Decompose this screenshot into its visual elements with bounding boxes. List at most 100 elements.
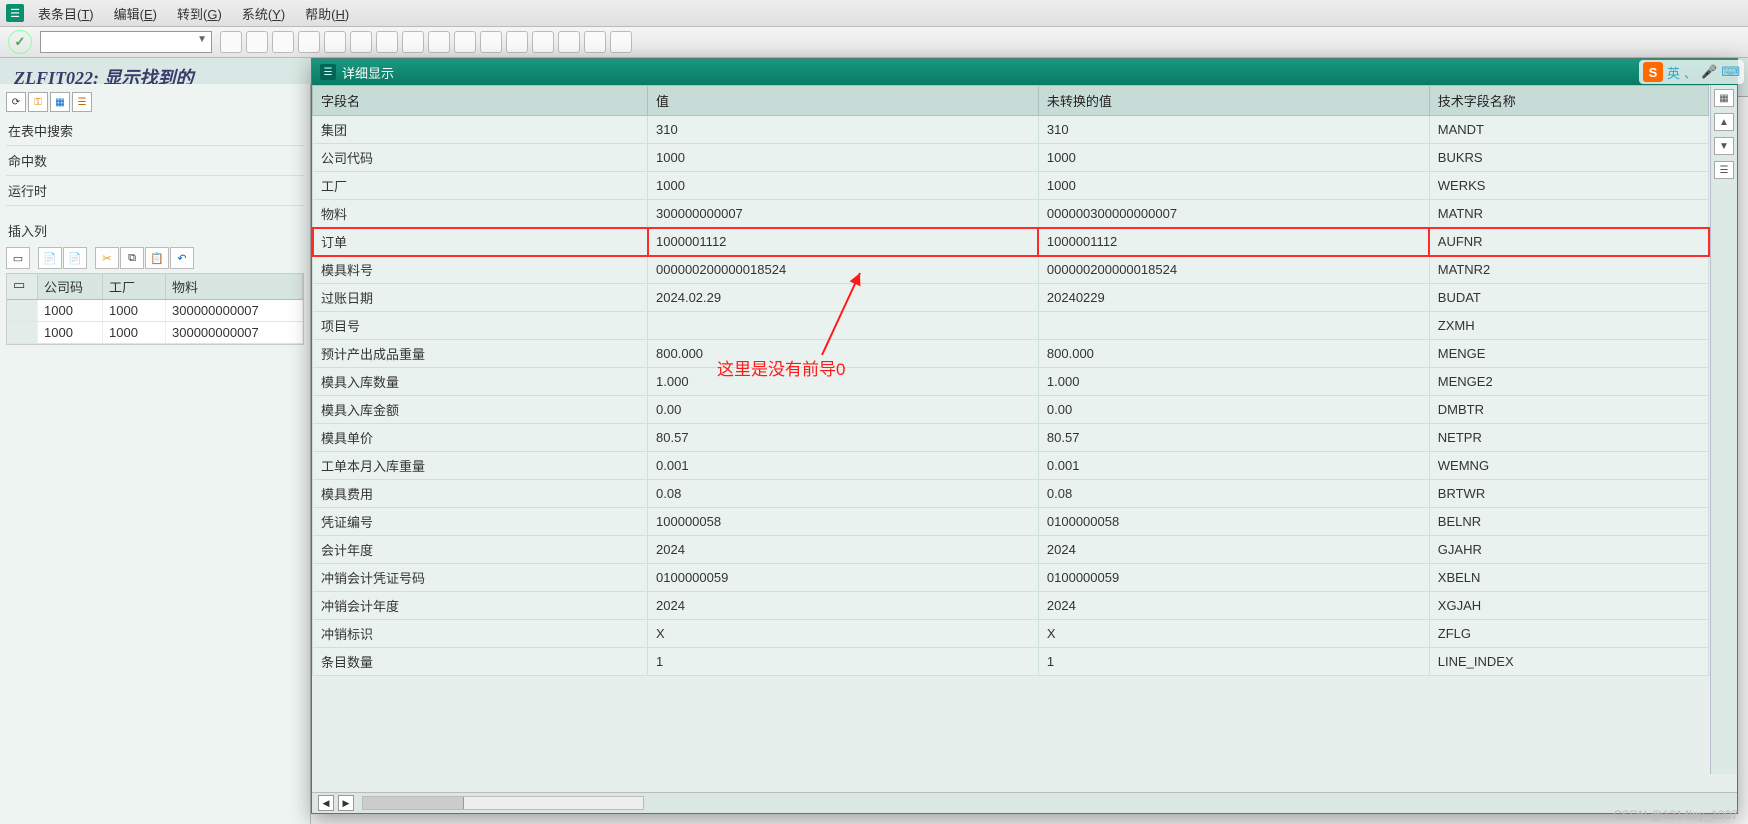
scroll-up-icon[interactable]: ▲ <box>1714 113 1734 131</box>
list-icon[interactable]: ☰ <box>72 92 92 112</box>
toolbar-button[interactable] <box>402 31 424 53</box>
cell-raw: 1000 <box>1038 144 1429 172</box>
detail-row[interactable]: 订单10000011121000001112AUFNR <box>313 228 1709 256</box>
print-button[interactable] <box>350 31 372 53</box>
table-row[interactable]: 10001000300000000007 <box>7 300 303 322</box>
col-material[interactable]: 物料 <box>166 274 303 299</box>
menu-g[interactable]: 转到(G) <box>167 2 232 25</box>
cell-tech: MANDT <box>1429 116 1708 144</box>
menu-e[interactable]: 编辑(E) <box>104 2 167 25</box>
cut-icon[interactable]: ✂ <box>95 247 119 269</box>
command-field[interactable] <box>40 31 212 53</box>
dialog-titlebar[interactable]: ☰ 详细显示 <box>312 59 1737 85</box>
dialog-system-icon[interactable]: ☰ <box>320 64 336 80</box>
paste-icon[interactable]: 📋 <box>145 247 169 269</box>
detail-row[interactable]: 物料300000000007000000300000000007MATNR <box>313 200 1709 228</box>
cell-tech: WEMNG <box>1429 452 1708 480</box>
detail-row[interactable]: 工单本月入库重量0.0010.001WEMNG <box>313 452 1709 480</box>
toolbar-button[interactable] <box>272 31 294 53</box>
table-row[interactable]: 10001000300000000007 <box>7 322 303 344</box>
detail-row[interactable]: 条目数量11LINE_INDEX <box>313 648 1709 676</box>
menu-y[interactable]: 系统(Y) <box>232 2 295 25</box>
select-icon[interactable]: ▭ <box>6 247 30 269</box>
detail-row[interactable]: 项目号ZXMH <box>313 312 1709 340</box>
refresh-icon[interactable]: ⟳ <box>6 92 26 112</box>
undo-icon[interactable]: ↶ <box>170 247 194 269</box>
row-selector[interactable] <box>7 300 38 321</box>
ime-keyboard-icon[interactable]: ⌨ <box>1721 64 1740 80</box>
cell-material: 300000000007 <box>166 300 303 321</box>
detail-row[interactable]: 预计产出成品重量800.000800.000MENGE <box>313 340 1709 368</box>
detail-row[interactable]: 集团310310MANDT <box>313 116 1709 144</box>
row-selector[interactable] <box>7 322 38 343</box>
ime-mic-icon[interactable]: 🎤 <box>1701 64 1717 80</box>
copy-icon[interactable]: ⧉ <box>120 247 144 269</box>
cell-value: 80.57 <box>648 424 1039 452</box>
toolbar-button[interactable] <box>454 31 476 53</box>
detail-row[interactable]: 公司代码10001000BUKRS <box>313 144 1709 172</box>
detail-row[interactable]: 冲销会计凭证号码01000000590100000059XBELN <box>313 564 1709 592</box>
col-raw-value[interactable]: 未转换的值 <box>1038 86 1429 116</box>
save-button[interactable] <box>246 31 268 53</box>
ime-punct[interactable]: 、 <box>1684 63 1697 82</box>
sogou-icon[interactable]: S <box>1643 62 1663 82</box>
detail-row[interactable]: 冲销会计年度20242024XGJAH <box>313 592 1709 620</box>
back-button[interactable] <box>220 31 242 53</box>
left-grid: ▭ 公司码 工厂 物料 1000100030000000000710001000… <box>6 273 304 345</box>
cell-value <box>648 312 1039 340</box>
detail-row[interactable]: 模具单价80.5780.57NETPR <box>313 424 1709 452</box>
scroll-left-button[interactable]: ◀ <box>318 795 334 811</box>
toolbar-button[interactable] <box>324 31 346 53</box>
find-button[interactable] <box>376 31 398 53</box>
cell-field: 模具料号 <box>313 256 648 284</box>
insert-icon[interactable]: 📄 <box>38 247 62 269</box>
detail-row[interactable]: 工厂10001000WERKS <box>313 172 1709 200</box>
cell-field: 工厂 <box>313 172 648 200</box>
detail-row[interactable]: 凭证编号1000000580100000058BELNR <box>313 508 1709 536</box>
toolbar-button[interactable] <box>428 31 450 53</box>
detail-row[interactable]: 模具费用0.080.08BRTWR <box>313 480 1709 508</box>
detail-row[interactable]: 会计年度20242024GJAHR <box>313 536 1709 564</box>
col-company[interactable]: 公司码 <box>38 274 103 299</box>
detail-row[interactable]: 过账日期2024.02.2920240229BUDAT <box>313 284 1709 312</box>
grid-layout-icon[interactable]: ▦ <box>1714 89 1734 107</box>
page-icon[interactable]: ☰ <box>1714 161 1734 179</box>
scroll-right-button[interactable]: ▶ <box>338 795 354 811</box>
detail-row[interactable]: 模具入库金额0.000.00DMBTR <box>313 396 1709 424</box>
detail-row[interactable]: 模具料号000000200000018524000000200000018524… <box>313 256 1709 284</box>
detail-table: 字段名 值 未转换的值 技术字段名称 集团310310MANDT公司代码1000… <box>312 85 1709 676</box>
enter-button[interactable]: ✓ <box>8 30 32 54</box>
toolbar-button[interactable] <box>558 31 580 53</box>
cell-value: 0.08 <box>648 480 1039 508</box>
toolbar-button[interactable] <box>480 31 502 53</box>
table-icon[interactable]: ▦ <box>50 92 70 112</box>
cell-tech: MENGE2 <box>1429 368 1708 396</box>
cell-value: 2024 <box>648 536 1039 564</box>
cell-tech: WERKS <box>1429 172 1708 200</box>
menu-t[interactable]: 表条目(T) <box>28 2 104 25</box>
scroll-down-icon[interactable]: ▼ <box>1714 137 1734 155</box>
insert-toolbar: ▭ 📄 📄 ✂ ⧉ 📋 ↶ <box>6 245 304 271</box>
key-icon[interactable]: ⚿ <box>28 92 48 112</box>
help-button[interactable] <box>584 31 606 53</box>
col-tech-name[interactable]: 技术字段名称 <box>1429 86 1708 116</box>
toolbar-button[interactable] <box>298 31 320 53</box>
cell-value: 2024.02.29 <box>648 284 1039 312</box>
layout-button[interactable] <box>610 31 632 53</box>
toolbar-button[interactable] <box>532 31 554 53</box>
row-selector-header[interactable]: ▭ <box>7 274 38 299</box>
insert-icon[interactable]: 📄 <box>63 247 87 269</box>
detail-row[interactable]: 冲销标识XXZFLG <box>313 620 1709 648</box>
horizontal-scrollbar[interactable] <box>362 796 644 810</box>
left-toolbar: ⟳ ⚿ ▦ ☰ <box>6 88 304 116</box>
cell-raw: 2024 <box>1038 592 1429 620</box>
ime-lang[interactable]: 英 <box>1667 63 1680 82</box>
menu-h[interactable]: 帮助(H) <box>295 2 359 25</box>
app-menu-icon[interactable]: ☰ <box>6 4 24 22</box>
col-field-name[interactable]: 字段名 <box>313 86 648 116</box>
detail-row[interactable]: 模具入库数量1.0001.000MENGE2 <box>313 368 1709 396</box>
toolbar-button[interactable] <box>506 31 528 53</box>
col-value[interactable]: 值 <box>648 86 1039 116</box>
col-plant[interactable]: 工厂 <box>103 274 166 299</box>
cell-value: 800.000 <box>648 340 1039 368</box>
